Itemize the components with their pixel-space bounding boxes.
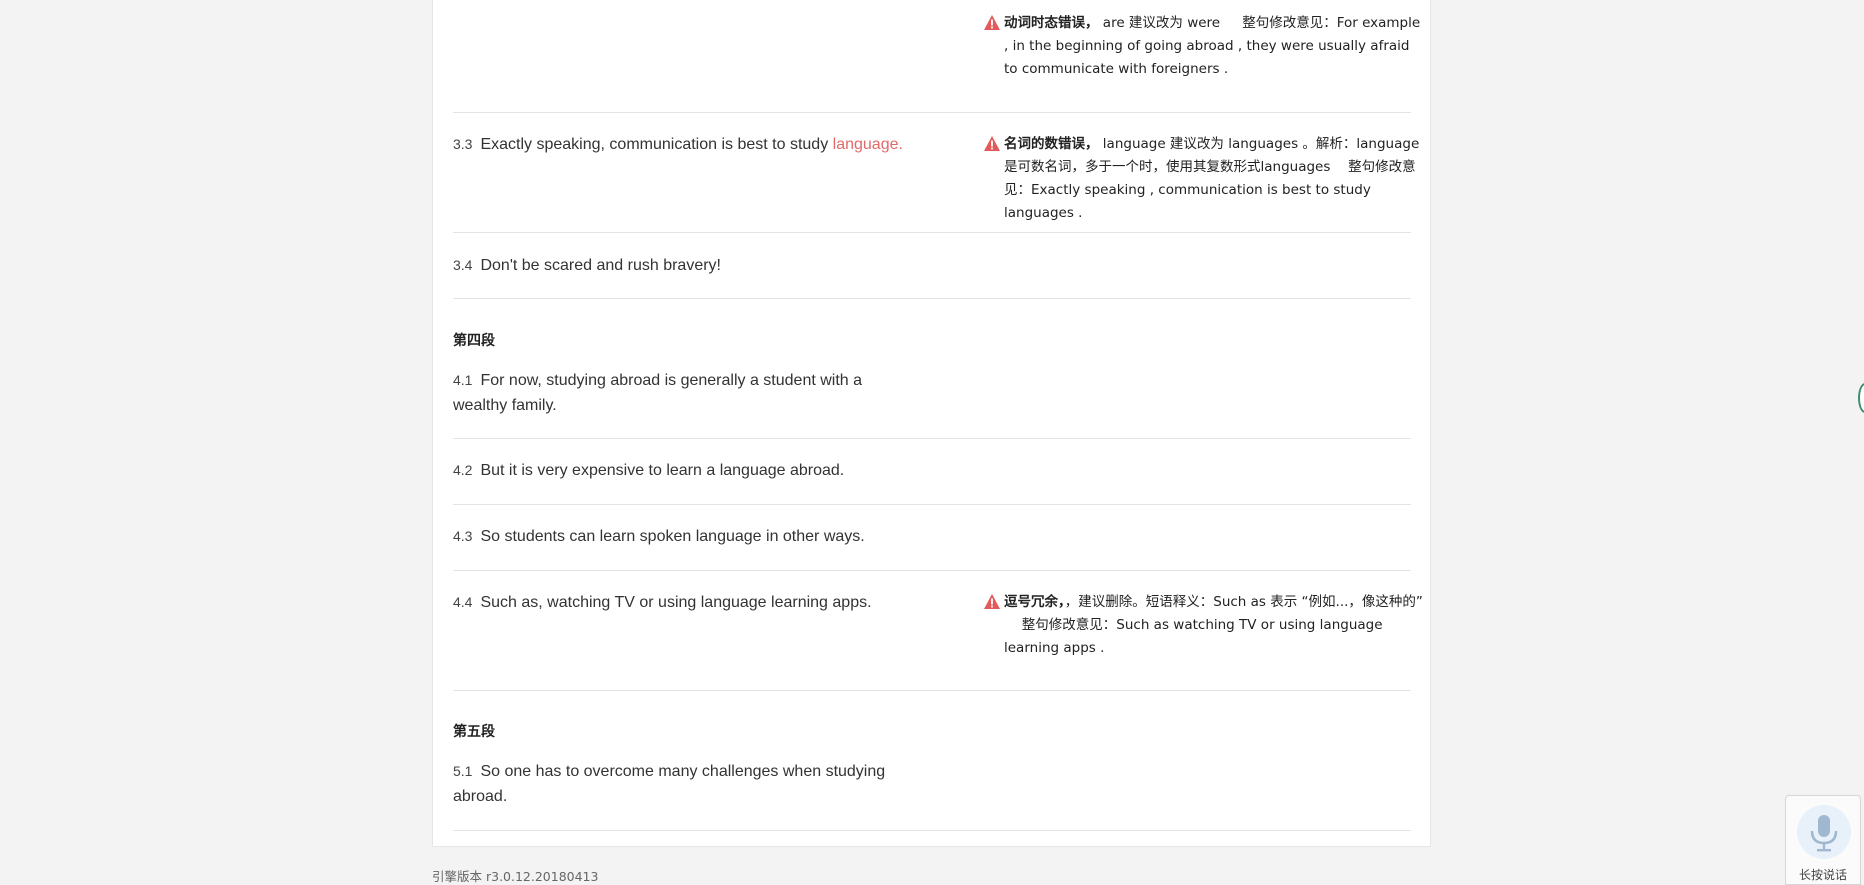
sentence-row: 第四段 4.1 For now, studying abroad is gener…: [453, 299, 1411, 439]
sentence-part: .: [898, 136, 903, 153]
sentence-number: 4.2: [453, 462, 473, 478]
sentence-row: 3.4 Don't be scared and rush bravery!: [453, 233, 1411, 299]
paragraph-title: 第四段: [453, 333, 495, 349]
error-comment: 动词时态错误， are 建议改为 were 整句修改意见：For example…: [984, 12, 1424, 81]
error-type: 逗号冗余，: [1004, 594, 1065, 610]
warning-icon: [984, 136, 1000, 151]
engine-version: 引擎版本 r3.0.12.20180413: [432, 869, 599, 884]
sentence-text[interactable]: 4.2 But it is very expensive to learn a l…: [453, 458, 913, 483]
error-highlight[interactable]: language: [833, 136, 899, 153]
sentence-text[interactable]: 4.1 For now, studying abroad is generally…: [453, 368, 913, 418]
error-comment: 逗号冗余，，建议删除。短语释义：Such as 表示 “例如...，像这种的” …: [984, 591, 1424, 660]
sentence-text[interactable]: 3.3 Exactly speaking, communication is be…: [453, 132, 913, 157]
sentence-text[interactable]: 5.1 So one has to overcome many challenge…: [453, 759, 913, 809]
sentence-text[interactable]: 4.4 Such as, watching TV or using languag…: [453, 590, 913, 615]
sentence-part: So one has to overcome many challenges w…: [453, 763, 886, 805]
warning-icon: [984, 15, 1000, 30]
sentence-part: But it is very expensive to learn a lang…: [480, 462, 845, 479]
sentence-part: Exactly speaking, communication is best …: [480, 136, 833, 153]
sentence-number: 4.4: [453, 594, 473, 610]
voice-input-button[interactable]: 长按说话: [1785, 795, 1861, 885]
page: 动词时态错误， are 建议改为 were 整句修改意见：For example…: [0, 0, 1864, 885]
side-float-button[interactable]: [1858, 383, 1864, 413]
sentence-row: 4.3 So students can learn spoken language…: [453, 505, 1411, 571]
error-detail: ，建议删除。短语释义：Such as 表示 “例如...，像这种的” 整句修改意…: [1004, 594, 1423, 656]
microphone-icon[interactable]: [1797, 805, 1851, 859]
sentence-number: 4.3: [453, 528, 473, 544]
error-type: 动词时态错误，: [1004, 15, 1099, 31]
warning-icon: [984, 594, 1000, 609]
sentence-row: 3.3 Exactly speaking, communication is be…: [453, 113, 1419, 233]
sentence-part: For now, studying abroad is generally a …: [453, 372, 863, 414]
sentence-number: 4.1: [453, 372, 473, 388]
sentence-text[interactable]: 4.3 So students can learn spoken language…: [453, 524, 913, 549]
sentence-number: 3.4: [453, 257, 473, 273]
error-type: 名词的数错误，: [1004, 136, 1099, 152]
sentence-number: 5.1: [453, 763, 473, 779]
voice-label: 长按说话: [1798, 868, 1847, 882]
sentence-row: 动词时态错误， are 建议改为 were 整句修改意见：For example…: [453, 0, 1420, 113]
sentence-part: Don't be scared and rush bravery!: [480, 257, 721, 274]
sentence-row: 4.4 Such as, watching TV or using languag…: [453, 571, 1423, 691]
sentence-row: 第五段 5.1 So one has to overcome many chall…: [453, 691, 1411, 831]
sentence-part: So students can learn spoken language in…: [480, 528, 865, 545]
essay-review-card: 动词时态错误， are 建议改为 were 整句修改意见：For example…: [432, 0, 1431, 847]
sentence-row: 4.2 But it is very expensive to learn a l…: [453, 439, 1411, 505]
paragraph-title: 第五段: [453, 724, 495, 740]
sentence-part: Such as, watching TV or using language l…: [480, 594, 872, 611]
sentence-number: 3.3: [453, 136, 473, 152]
sentence-text[interactable]: 3.4 Don't be scared and rush bravery!: [453, 253, 913, 278]
error-comment: 名词的数错误， language 建议改为 languages 。解析：lang…: [984, 133, 1424, 225]
